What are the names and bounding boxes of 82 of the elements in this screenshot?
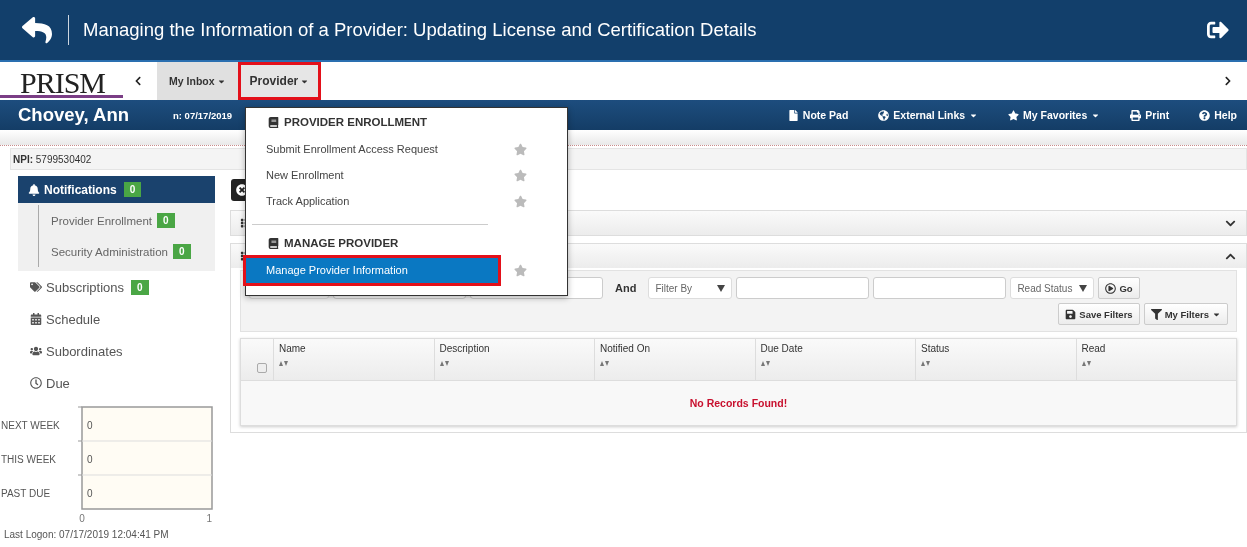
- npi-text: NPI: 5799530402: [13, 153, 92, 165]
- column-header[interactable]: Read: [1075, 339, 1236, 380]
- category-label: NEXT WEEK: [1, 420, 60, 431]
- menu-tab[interactable]: Provider: [237, 62, 322, 100]
- sort-icon[interactable]: [279, 360, 289, 367]
- star-icon[interactable]: [514, 142, 527, 156]
- filter-select[interactable]: Filter By: [648, 277, 733, 299]
- and-label: And: [614, 282, 638, 294]
- column-header[interactable]: Name: [273, 339, 434, 380]
- column-header[interactable]: Status: [915, 339, 1076, 380]
- sort-icon[interactable]: [760, 360, 771, 367]
- chevron-left-icon[interactable]: [133, 76, 144, 86]
- category-label: PAST DUE: [1, 488, 51, 499]
- last-logon-text: Last Logon: 07/17/2019 12:04:41 PM: [4, 529, 169, 540]
- submenu-item[interactable]: Provider Enrollment 0: [38, 205, 215, 236]
- value-label: 0: [87, 454, 93, 465]
- sidebar-item[interactable]: Subordinates: [18, 335, 215, 367]
- menu-heading: PROVIDER ENROLLMENT: [268, 116, 567, 128]
- toolbar-link[interactable]: Help: [1199, 109, 1237, 121]
- count-badge: 0: [123, 182, 142, 197]
- filter-input[interactable]: [736, 277, 870, 299]
- dropdown-arrow-icon[interactable]: [1079, 284, 1088, 292]
- sidebar-item[interactable]: Notifications 0: [18, 176, 215, 203]
- book-icon: [268, 237, 279, 249]
- menu-item[interactable]: New Enrollment: [246, 162, 484, 188]
- sidebar-item[interactable]: Schedule: [18, 303, 215, 335]
- save-icon: [1065, 308, 1077, 320]
- tick-label: 1: [206, 513, 212, 524]
- filter-button[interactable]: My Filters: [1143, 303, 1228, 325]
- sort-icon[interactable]: [1081, 360, 1092, 367]
- sidebar-item[interactable]: Subscriptions 0: [18, 271, 215, 303]
- submenu-item[interactable]: Security Administration 0: [38, 236, 215, 267]
- filter-select[interactable]: Read Status: [1010, 277, 1095, 299]
- sort-icon[interactable]: [600, 360, 610, 367]
- value-label: 0: [87, 420, 93, 431]
- help-icon: [1199, 109, 1211, 121]
- chevron-right-icon[interactable]: [1223, 76, 1233, 86]
- exit-icon[interactable]: [1207, 19, 1229, 41]
- select-all-checkbox[interactable]: [257, 363, 267, 373]
- column-header[interactable]: Description: [433, 339, 594, 380]
- bell-icon: [28, 183, 40, 196]
- count-badge: 0: [157, 213, 175, 228]
- value-label: 0: [87, 488, 93, 499]
- filter-button[interactable]: Go: [1098, 277, 1140, 299]
- category-label: THIS WEEK: [1, 454, 56, 465]
- menu-heading: MANAGE PROVIDER: [268, 237, 567, 249]
- star-icon[interactable]: [514, 168, 527, 182]
- star-icon: [1008, 109, 1020, 121]
- star-icon[interactable]: [514, 194, 527, 208]
- column-header[interactable]: Notified On: [594, 339, 755, 380]
- menu-tab[interactable]: My Inbox: [157, 62, 238, 100]
- sidebar-item[interactable]: Due: [18, 367, 215, 399]
- session-text: n: 07/17/2019: [173, 109, 234, 121]
- sort-icon[interactable]: [439, 360, 450, 367]
- tick-label: 0: [79, 513, 85, 524]
- menu-item[interactable]: Manage Provider Information: [246, 257, 498, 283]
- empty-message: No Records Found!: [689, 397, 788, 409]
- users-icon: [30, 345, 42, 357]
- count-badge: 0: [172, 244, 191, 259]
- toolbar-link[interactable]: Print: [1130, 109, 1170, 121]
- tags-icon: [30, 281, 42, 293]
- column-header[interactable]: Due Date: [754, 339, 915, 380]
- toolbar-link[interactable]: My Favorites: [1008, 109, 1101, 121]
- star-icon[interactable]: [514, 263, 527, 277]
- file-icon: [787, 109, 799, 121]
- dropdown-arrow-icon[interactable]: [717, 284, 726, 292]
- sort-icon[interactable]: [921, 360, 931, 367]
- filter-button[interactable]: Save Filters: [1058, 303, 1140, 325]
- filter-input[interactable]: [873, 277, 1007, 299]
- menu-item[interactable]: Submit Enrollment Access Request: [246, 136, 484, 162]
- calendar-icon: [30, 313, 42, 325]
- menu-item[interactable]: Track Application: [246, 188, 484, 214]
- clock-icon: [30, 377, 42, 389]
- count-badge: 0: [131, 279, 149, 295]
- user-name: Chovey, Ann: [18, 104, 130, 126]
- filter-icon: [1150, 308, 1162, 320]
- printer-icon: [1130, 109, 1142, 121]
- book-icon: [268, 116, 279, 128]
- toolbar-link[interactable]: Note Pad: [787, 109, 849, 121]
- back-icon[interactable]: [22, 15, 52, 45]
- globe-icon: [878, 109, 890, 121]
- toolbar-link[interactable]: External Links: [878, 109, 979, 121]
